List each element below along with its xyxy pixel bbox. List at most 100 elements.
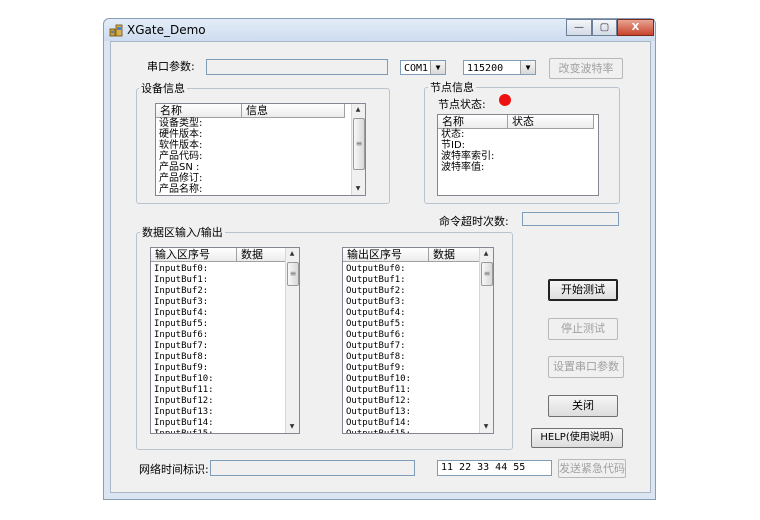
send-emergency-code-button[interactable]: 发送紧急代码: [558, 459, 626, 478]
scroll-up-icon[interactable]: ▲: [286, 248, 298, 260]
timeout-field[interactable]: [522, 212, 619, 226]
device-info-list[interactable]: 名称 信息 设备类型: 硬件版本: 软件版本: 产品代码: 产品SN : 产品修…: [155, 103, 366, 196]
close-window-button[interactable]: X: [617, 19, 654, 36]
device-info-title: 设备信息: [139, 80, 187, 96]
emergency-code-input[interactable]: 11 22 33 44 55: [437, 460, 552, 476]
list-item: OutputBuf1:: [346, 275, 406, 285]
list-item: InputBuf8:: [154, 352, 209, 362]
node-info-list[interactable]: 名称 状态 状态: 节ID: 波特率索引: 波特率值:: [437, 114, 599, 196]
node-rows: 状态: 节ID: 波特率索引: 波特率值:: [441, 129, 494, 173]
stop-test-button[interactable]: 停止测试: [548, 318, 618, 340]
list-item: InputBuf0:: [154, 264, 209, 274]
serial-label: 串口参数:: [147, 60, 195, 73]
com-port-select[interactable]: COM1 ▼: [400, 60, 446, 75]
network-time-field[interactable]: [210, 460, 415, 476]
list-item: InputBuf4:: [154, 308, 209, 318]
list-item: 波特率值:: [441, 162, 485, 173]
chevron-down-icon: ▼: [520, 61, 535, 74]
dialog-client: 串口参数: COM1 ▼ 115200 ▼ 改变波特率 设备信息 名称 信息 设…: [110, 41, 651, 493]
input-buffer-list[interactable]: 输入区序号 数据 InputBuf0: InputBuf1: InputBuf2: I…: [150, 247, 300, 434]
list-item: InputBuf3:: [154, 297, 209, 307]
input-rows: InputBuf0: InputBuf1: InputBuf2: InputBuf3:…: [154, 264, 214, 434]
list-item: InputBuf10:: [154, 374, 214, 384]
node-info-title: 节点信息: [428, 79, 476, 95]
list-item: OutputBuf14:: [346, 418, 412, 428]
input-col-index[interactable]: 输入区序号: [151, 248, 237, 262]
list-item: 节ID:: [441, 140, 466, 151]
input-scrollbar[interactable]: ▲ ≡ ▼: [285, 248, 299, 433]
list-item: InputBuf13:: [154, 407, 214, 417]
scroll-down-icon[interactable]: ▼: [286, 421, 298, 433]
list-item: OutputBuf9:: [346, 363, 406, 373]
list-item: OutputBuf5:: [346, 319, 406, 329]
input-col-data[interactable]: 数据: [237, 248, 287, 262]
list-item: OutputBuf0:: [346, 264, 406, 274]
app-icon: [109, 24, 123, 37]
help-button[interactable]: HELP(使用说明): [531, 428, 623, 448]
scroll-up-icon[interactable]: ▲: [480, 248, 492, 260]
window-title: XGate_Demo: [127, 23, 206, 37]
list-item: 设备类型:: [159, 118, 203, 129]
output-col-data[interactable]: 数据: [429, 248, 481, 262]
output-buffer-list[interactable]: 输出区序号 数据 OutputBuf0: OutputBuf1: OutputBuf…: [342, 247, 494, 434]
node-col-status[interactable]: 状态: [508, 115, 594, 129]
output-scrollbar[interactable]: ▲ ≡ ▼: [479, 248, 493, 433]
list-item: InputBuf15:: [154, 429, 214, 434]
scroll-thumb[interactable]: ≡: [481, 262, 493, 286]
list-item: OutputBuf6:: [346, 330, 406, 340]
title-bar: XGate_Demo — ▢ X: [104, 19, 655, 41]
set-serial-button[interactable]: 设置串口参数: [548, 356, 624, 378]
list-item: InputBuf12:: [154, 396, 214, 406]
list-item: InputBuf7:: [154, 341, 209, 351]
scroll-down-icon[interactable]: ▼: [352, 183, 364, 195]
list-item: 软件版本:: [159, 140, 203, 151]
list-item: 产品代码:: [159, 151, 203, 162]
scroll-thumb[interactable]: ≡: [287, 262, 299, 286]
baud-rate-select[interactable]: 115200 ▼: [463, 60, 536, 75]
scroll-down-icon[interactable]: ▼: [480, 421, 492, 433]
scroll-up-icon[interactable]: ▲: [352, 104, 364, 116]
list-item: OutputBuf3:: [346, 297, 406, 307]
baud-rate-value: 115200: [467, 63, 504, 74]
list-item: InputBuf11:: [154, 385, 214, 395]
list-item: OutputBuf7:: [346, 341, 406, 351]
list-item: 产品SN :: [159, 162, 200, 173]
change-baud-button[interactable]: 改变波特率: [549, 58, 623, 79]
list-item: 产品修订:: [159, 173, 203, 184]
list-item: OutputBuf4:: [346, 308, 406, 318]
minimize-button[interactable]: —: [566, 19, 592, 36]
com-port-value: COM1: [404, 63, 429, 74]
data-io-title: 数据区输入/输出: [140, 224, 225, 240]
node-col-name[interactable]: 名称: [438, 115, 508, 129]
output-col-index[interactable]: 输出区序号: [343, 248, 429, 262]
list-item: OutputBuf10:: [346, 374, 412, 384]
list-item: OutputBuf15:: [346, 429, 412, 434]
device-col-name[interactable]: 名称: [156, 104, 242, 118]
list-item: OutputBuf12:: [346, 396, 412, 406]
start-test-button[interactable]: 开始测试: [548, 279, 618, 301]
device-rows: 设备类型: 硬件版本: 软件版本: 产品代码: 产品SN : 产品修订: 产品名…: [159, 118, 202, 195]
status-indicator-icon: [499, 94, 511, 106]
list-item: 硬件版本:: [159, 129, 203, 140]
list-item: 产品名称:: [159, 184, 203, 195]
device-col-info[interactable]: 信息: [242, 104, 345, 118]
chevron-down-icon: ▼: [430, 61, 445, 74]
serial-params-field[interactable]: [206, 59, 388, 75]
node-status-label: 节点状态:: [438, 98, 486, 111]
list-item: InputBuf6:: [154, 330, 209, 340]
device-scrollbar[interactable]: ▲ ≡ ▼: [351, 104, 365, 195]
list-item: InputBuf2:: [154, 286, 209, 296]
list-item: OutputBuf2:: [346, 286, 406, 296]
timeout-label: 命令超时次数:: [439, 215, 509, 228]
maximize-button[interactable]: ▢: [592, 19, 617, 36]
list-item: 波特率索引:: [441, 151, 495, 162]
close-button[interactable]: 关闭: [548, 395, 618, 417]
list-item: OutputBuf13:: [346, 407, 412, 417]
list-item: InputBuf1:: [154, 275, 209, 285]
network-time-label: 网络时间标识:: [139, 463, 209, 476]
list-item: InputBuf5:: [154, 319, 209, 329]
list-item: 状态:: [441, 129, 465, 140]
list-item: OutputBuf8:: [346, 352, 406, 362]
scroll-thumb[interactable]: ≡: [353, 118, 365, 170]
list-item: InputBuf9:: [154, 363, 209, 373]
